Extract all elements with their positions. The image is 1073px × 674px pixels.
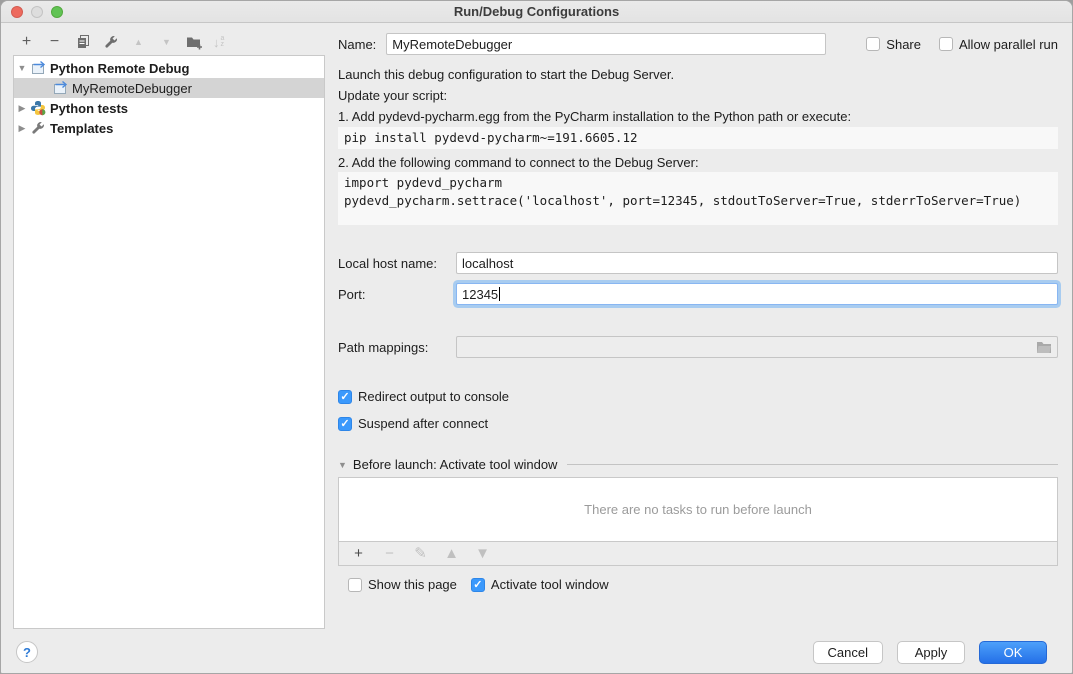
before-launch-header[interactable]: ▼ Before launch: Activate tool window xyxy=(338,457,1058,472)
configurations-tree: ▼ Python Remote Debug MyRemoteDebugger xyxy=(13,55,325,629)
edit-defaults-button[interactable] xyxy=(101,33,120,52)
show-this-page-checkbox-box[interactable] xyxy=(348,578,362,592)
port-row: Port: 12345 xyxy=(338,283,1058,305)
wrench-icon xyxy=(103,34,119,50)
run-debug-configurations-dialog: Run/Debug Configurations + − ▲ ▼ xyxy=(0,0,1073,674)
expand-arrow-icon[interactable]: ▼ xyxy=(14,63,30,73)
tree-item-label: Python tests xyxy=(50,101,128,116)
ok-button[interactable]: OK xyxy=(979,641,1047,664)
tree-item-myremotedebugger[interactable]: MyRemoteDebugger xyxy=(14,78,324,98)
share-checkbox-box[interactable] xyxy=(866,37,880,51)
minimize-window-icon xyxy=(31,6,43,18)
move-task-down-button: ▼ xyxy=(473,544,492,563)
intro-text-2: Update your script: xyxy=(338,88,1058,103)
window-title: Run/Debug Configurations xyxy=(454,4,619,19)
empty-tasks-message: There are no tasks to run before launch xyxy=(584,502,812,517)
tree-item-python-tests[interactable]: ▶ Python tests xyxy=(14,98,324,118)
tree-item-python-remote-debug[interactable]: ▼ Python Remote Debug xyxy=(14,58,324,78)
pip-install-code[interactable]: pip install pydevd-pycharm~=191.6605.12 xyxy=(338,127,1058,149)
page-options-row: Show this page ✓ Activate tool window xyxy=(348,577,1068,592)
name-label: Name: xyxy=(338,37,376,52)
python-logo-icon xyxy=(30,100,46,116)
before-launch-toolbar: + − ✎ ▲ ▼ xyxy=(338,542,1058,566)
move-up-button: ▲ xyxy=(129,33,148,52)
folder-plus-icon xyxy=(186,34,203,50)
expand-arrow-icon[interactable]: ▶ xyxy=(14,103,30,114)
edit-task-button: ✎ xyxy=(411,544,430,563)
local-host-label: Local host name: xyxy=(338,256,456,271)
new-folder-button[interactable] xyxy=(185,33,204,52)
remote-debug-config-icon xyxy=(30,60,46,76)
tree-item-label: Templates xyxy=(50,121,113,136)
intro-text-1: Launch this debug configuration to start… xyxy=(338,67,1058,82)
suspend-after-connect-checkbox[interactable]: ✓ Suspend after connect xyxy=(338,416,1058,431)
activate-tool-window-checkbox[interactable]: ✓ Activate tool window xyxy=(471,577,609,592)
remove-configuration-button[interactable]: − xyxy=(45,33,64,52)
allow-parallel-run-checkbox-box[interactable] xyxy=(939,37,953,51)
help-button[interactable]: ? xyxy=(16,641,38,663)
local-host-input[interactable] xyxy=(456,252,1058,274)
folder-icon[interactable] xyxy=(1036,340,1052,354)
cancel-button[interactable]: Cancel xyxy=(813,641,883,664)
text-caret xyxy=(499,287,500,301)
share-checkbox[interactable]: Share xyxy=(866,37,921,52)
step-2-text: 2. Add the following command to connect … xyxy=(338,155,1058,170)
dialog-buttons: Cancel Apply OK xyxy=(813,641,1047,664)
tree-item-templates[interactable]: ▶ Templates xyxy=(14,118,324,138)
expand-arrow-icon[interactable]: ▶ xyxy=(14,123,30,134)
apply-button[interactable]: Apply xyxy=(897,641,965,664)
add-task-button[interactable]: + xyxy=(349,544,368,563)
name-input[interactable] xyxy=(386,33,826,55)
tree-item-label: Python Remote Debug xyxy=(50,61,189,76)
activate-tool-window-checkbox-box[interactable]: ✓ xyxy=(471,578,485,592)
close-window-icon[interactable] xyxy=(11,6,23,18)
port-label: Port: xyxy=(338,287,456,302)
port-input[interactable]: 12345 xyxy=(456,283,1058,305)
move-task-up-button: ▲ xyxy=(442,544,461,563)
copy-icon xyxy=(75,34,91,50)
allow-parallel-run-checkbox[interactable]: Allow parallel run xyxy=(939,37,1058,52)
sort-configurations-button: ↓ az xyxy=(213,35,224,50)
before-launch-task-list: There are no tasks to run before launch xyxy=(338,477,1058,542)
step-1-text: 1. Add pydevd-pycharm.egg from the PyCha… xyxy=(338,109,1058,124)
traffic-lights xyxy=(11,6,63,18)
remote-debug-config-icon xyxy=(52,80,68,96)
tree-item-label: MyRemoteDebugger xyxy=(72,81,192,96)
settrace-code[interactable]: import pydevd_pycharm pydevd_pycharm.set… xyxy=(338,172,1058,225)
wrench-icon xyxy=(30,120,46,136)
add-configuration-button[interactable]: + xyxy=(17,33,36,52)
path-mappings-row: Path mappings: xyxy=(338,336,1058,358)
local-host-row: Local host name: xyxy=(338,252,1058,274)
path-mappings-label: Path mappings: xyxy=(338,340,456,355)
path-mappings-input[interactable] xyxy=(456,336,1058,358)
move-down-button: ▼ xyxy=(157,33,176,52)
configurations-toolbar: + − ▲ ▼ ↓ az xyxy=(17,32,224,52)
redirect-output-checkbox[interactable]: ✓ Redirect output to console xyxy=(338,389,1058,404)
collapse-arrow-icon[interactable]: ▼ xyxy=(338,460,347,470)
remove-task-button: − xyxy=(380,544,399,563)
redirect-output-checkbox-box[interactable]: ✓ xyxy=(338,390,352,404)
title-bar: Run/Debug Configurations xyxy=(1,1,1072,23)
name-row: Name: Share Allow parallel run xyxy=(338,33,1058,55)
separator-line xyxy=(567,464,1058,465)
show-this-page-checkbox[interactable]: Show this page xyxy=(348,577,457,592)
suspend-after-connect-checkbox-box[interactable]: ✓ xyxy=(338,417,352,431)
copy-configuration-button[interactable] xyxy=(73,33,92,52)
zoom-window-icon[interactable] xyxy=(51,6,63,18)
